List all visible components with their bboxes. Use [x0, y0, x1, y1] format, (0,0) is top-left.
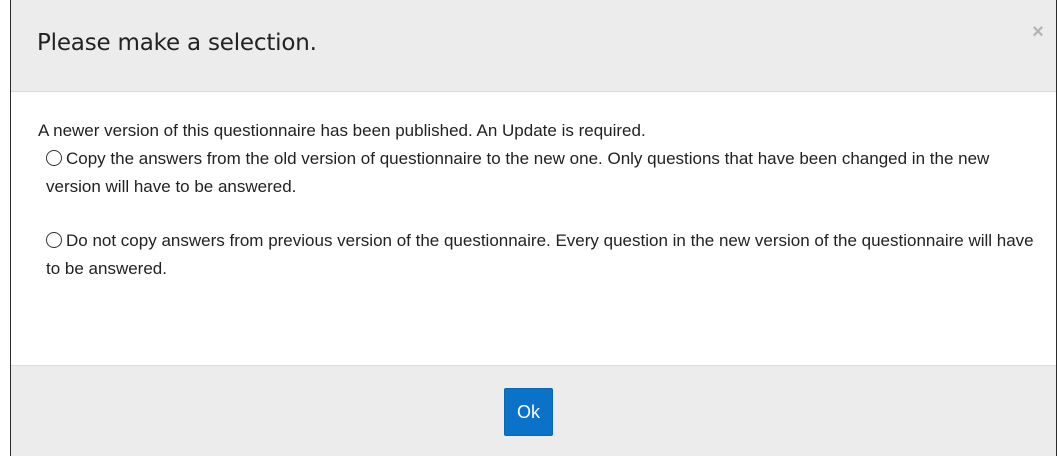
intro-text: A newer version of this questionnaire ha… — [38, 121, 646, 140]
option-do-not-copy-label: Do not copy answers from previous versio… — [46, 231, 1034, 278]
close-icon[interactable]: × — [1028, 22, 1048, 42]
radio-copy-answers[interactable] — [46, 150, 62, 166]
selection-dialog: Please make a selection. × A newer versi… — [10, 0, 1057, 456]
dialog-body: A newer version of this questionnaire ha… — [11, 93, 1056, 364]
dialog-title: Please make a selection. — [37, 30, 317, 56]
dialog-footer: Ok — [11, 365, 1056, 456]
radio-do-not-copy[interactable] — [46, 232, 62, 248]
option-copy-answers[interactable]: Copy the answers from the old version of… — [46, 145, 1036, 201]
option-do-not-copy[interactable]: Do not copy answers from previous versio… — [46, 227, 1036, 283]
ok-button[interactable]: Ok — [504, 388, 553, 436]
option-copy-answers-label: Copy the answers from the old version of… — [46, 149, 990, 196]
dialog-header: Please make a selection. × — [11, 0, 1056, 92]
